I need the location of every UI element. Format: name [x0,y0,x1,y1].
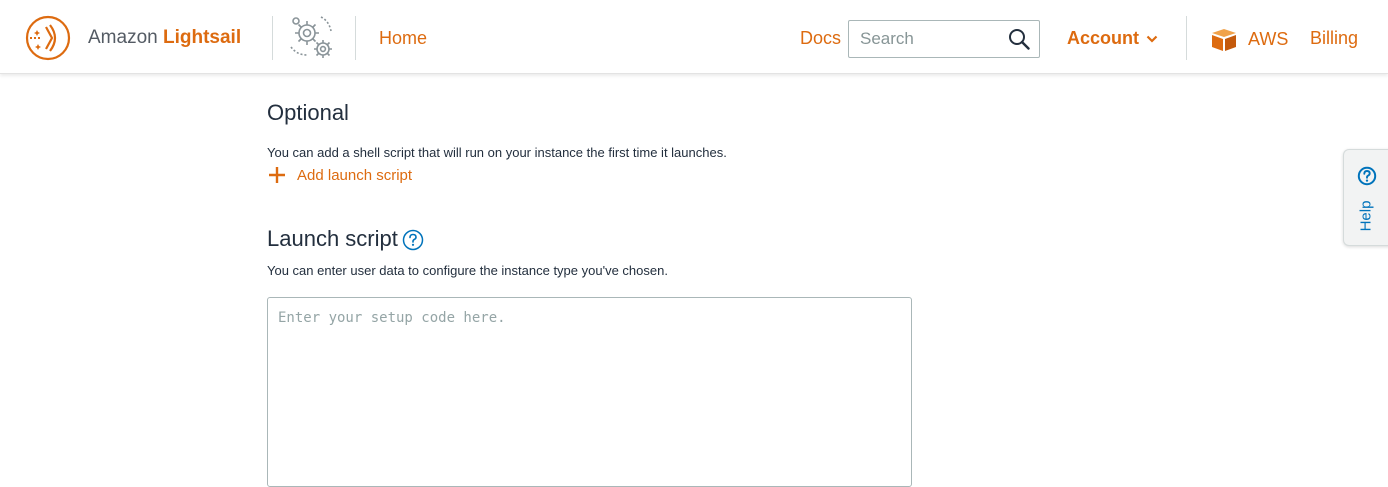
search-icon[interactable] [1008,28,1030,50]
nav-billing-link[interactable]: Billing [1310,28,1358,49]
lightsail-home-logo[interactable]: Amazon Lightsail [24,14,241,62]
brand-title: Amazon Lightsail [88,27,241,49]
add-launch-script-button[interactable]: Add launch script [267,165,412,185]
help-panel-tab[interactable]: Help [1343,149,1388,246]
optional-heading: Optional [267,100,349,125]
launch-script-title: Launch script [267,226,398,251]
plus-icon [269,167,285,183]
info-icon[interactable] [402,229,424,251]
account-label: Account [1067,28,1139,48]
chevron-down-icon [1146,35,1158,43]
launch-script-textarea[interactable] [267,297,912,487]
optional-description: You can add a shell script that will run… [267,145,727,160]
nav-home-link[interactable]: Home [379,28,427,49]
lightsail-logo-icon [25,15,71,61]
search-box [848,20,1040,58]
divider [355,16,356,60]
aws-label: AWS [1248,28,1289,49]
launch-script-heading: Launch script [267,226,424,252]
account-menu[interactable]: Account [1067,28,1158,49]
divider [1186,16,1187,60]
search-input[interactable] [858,28,1012,50]
brand-name: Lightsail [162,27,242,48]
gears-icon[interactable] [283,13,343,65]
add-launch-script-label: Add launch script [297,166,413,184]
divider [272,16,273,60]
aws-console-link[interactable]: AWS [1210,26,1288,52]
aws-cube-icon [1212,29,1236,51]
help-icon [1357,166,1377,186]
launch-script-description: You can enter user data to configure the… [267,263,668,278]
nav-docs-link[interactable]: Docs [800,28,841,49]
top-navigation-bar: Amazon Lightsail Home Docs Account [0,0,1388,74]
brand-prefix: Amazon [88,27,158,48]
help-tab-label: Help [1357,200,1375,232]
